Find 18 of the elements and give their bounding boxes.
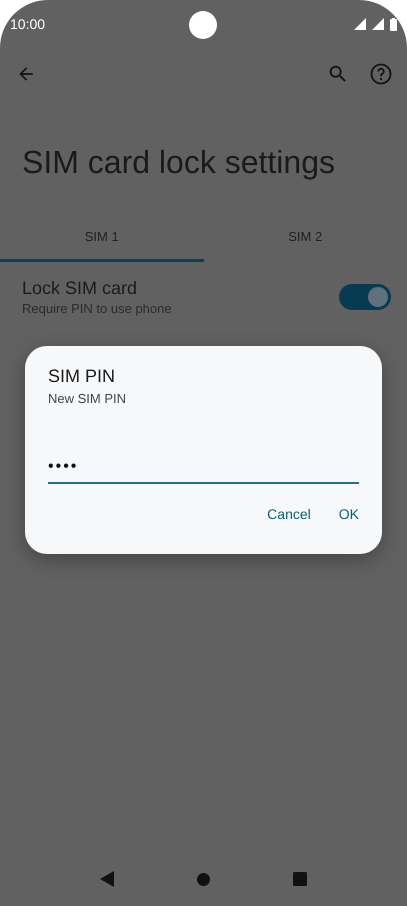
camera-cutout <box>189 11 217 39</box>
setting-subtitle: Require PIN to use phone <box>22 301 173 316</box>
lock-switch[interactable] <box>339 284 391 310</box>
back-nav-icon[interactable] <box>100 871 114 887</box>
signal-icon <box>372 18 384 30</box>
battery-icon <box>390 18 397 30</box>
signal-icon <box>354 18 366 30</box>
home-nav-icon[interactable] <box>196 872 210 886</box>
page-title: SIM card lock settings <box>21 144 336 182</box>
help-icon[interactable] <box>369 62 393 86</box>
setting-title: Lock SIM card <box>22 278 138 299</box>
dialog-title: SIM PIN <box>48 366 116 387</box>
status-time: 10:00 <box>10 16 46 32</box>
dialog-subtitle: New SIM PIN <box>48 391 128 406</box>
dialog-button[interactable]: OK <box>330 500 367 528</box>
pin-field[interactable]: •••• <box>48 451 359 484</box>
dialog-button[interactable]: Cancel <box>259 500 319 528</box>
recents-nav-icon[interactable] <box>293 872 308 886</box>
